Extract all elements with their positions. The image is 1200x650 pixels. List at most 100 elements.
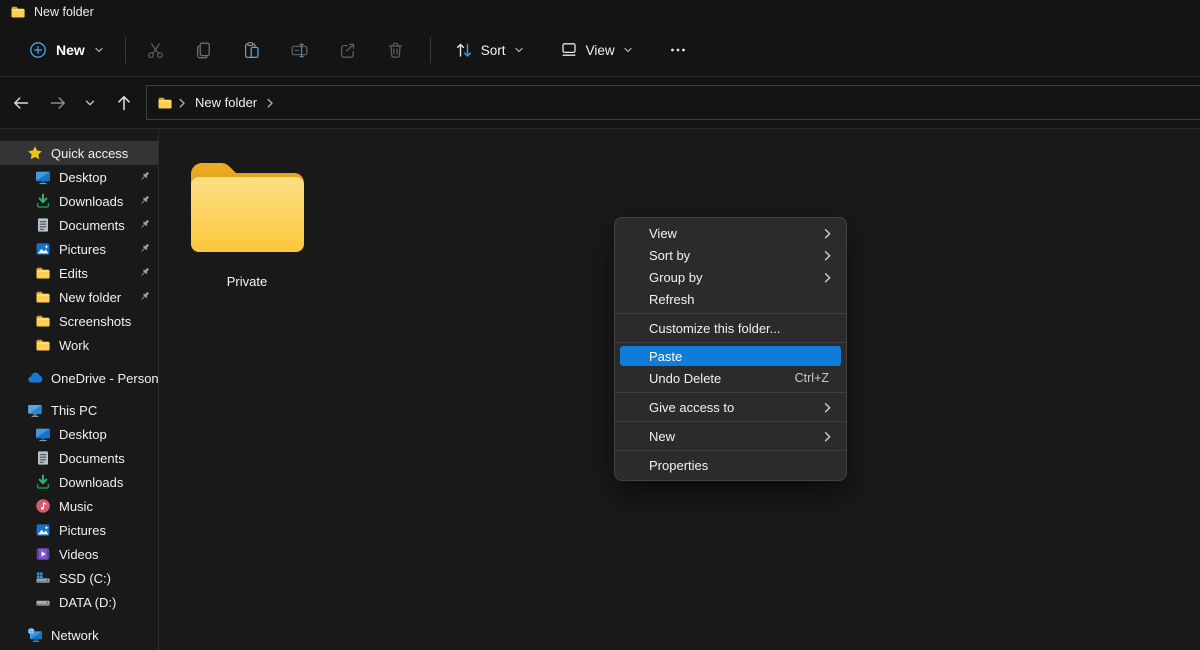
sidebar-item-desktop[interactable]: Desktop bbox=[0, 165, 158, 189]
menu-item-group-by[interactable]: Group by bbox=[615, 266, 846, 288]
chevron-right-icon bbox=[821, 401, 834, 414]
paste-button[interactable] bbox=[232, 32, 272, 68]
menu-item-give-access-to[interactable]: Give access to bbox=[615, 396, 846, 418]
file-item-private[interactable]: Private bbox=[180, 160, 314, 289]
sidebar-item-downloads[interactable]: Downloads bbox=[0, 189, 158, 213]
chevron-down-icon bbox=[83, 96, 97, 110]
folder-icon bbox=[189, 160, 306, 254]
chevron-down-icon bbox=[93, 44, 105, 56]
sidebar-item-pictures[interactable]: Pictures bbox=[0, 518, 158, 542]
sort-button[interactable]: Sort bbox=[443, 33, 536, 67]
sidebar-item-edits[interactable]: Edits bbox=[0, 261, 158, 285]
up-button[interactable] bbox=[109, 87, 139, 119]
delete-button[interactable] bbox=[376, 32, 416, 68]
plus-circle-icon bbox=[28, 40, 48, 60]
sidebar-item-documents[interactable]: Documents bbox=[0, 213, 158, 237]
sidebar: Quick accessDesktopDownloadsDocumentsPic… bbox=[0, 130, 159, 650]
arrow-up-icon bbox=[114, 93, 134, 113]
copy-button[interactable] bbox=[184, 32, 224, 68]
menu-separator bbox=[615, 392, 846, 393]
chevron-right-icon bbox=[821, 249, 834, 262]
folder-icon bbox=[35, 265, 51, 281]
view-button[interactable]: View bbox=[548, 33, 645, 67]
paste-icon bbox=[242, 41, 261, 60]
back-button[interactable] bbox=[6, 87, 36, 119]
menu-item-paste[interactable]: Paste bbox=[620, 346, 841, 366]
sidebar-item-documents[interactable]: Documents bbox=[0, 446, 158, 470]
recent-locations-button[interactable] bbox=[77, 87, 103, 119]
sidebar-item-music[interactable]: Music bbox=[0, 494, 158, 518]
breadcrumb-item[interactable]: New folder bbox=[195, 95, 257, 110]
menu-shortcut: Ctrl+Z bbox=[795, 371, 834, 385]
view-layout-icon bbox=[559, 40, 579, 60]
pictures-icon bbox=[35, 522, 51, 538]
rename-button[interactable] bbox=[280, 32, 320, 68]
ellipsis-icon bbox=[669, 41, 687, 59]
file-item-label: Private bbox=[227, 274, 267, 289]
sidebar-item-new-folder[interactable]: New folder bbox=[0, 285, 158, 309]
folder-icon bbox=[35, 289, 51, 305]
documents-icon bbox=[35, 217, 51, 233]
sidebar-item-network[interactable]: Network bbox=[0, 623, 158, 647]
star-icon bbox=[27, 145, 43, 161]
menu-item-customize-this-folder[interactable]: Customize this folder... bbox=[615, 317, 846, 339]
sidebar-item-downloads[interactable]: Downloads bbox=[0, 470, 158, 494]
navigation-bar: New folder bbox=[0, 76, 1200, 128]
window-folder-icon bbox=[10, 4, 26, 20]
toolbar-file-actions bbox=[128, 32, 416, 68]
sidebar-item-desktop[interactable]: Desktop bbox=[0, 422, 158, 446]
sidebar-item-videos[interactable]: Videos bbox=[0, 542, 158, 566]
window-chrome: New folder New Sort View bbox=[0, 0, 1200, 128]
window-title: New folder bbox=[34, 5, 94, 19]
sidebar-item-this-pc[interactable]: This PC bbox=[0, 398, 158, 422]
share-button[interactable] bbox=[328, 32, 368, 68]
copy-icon bbox=[194, 41, 213, 60]
menu-item-view[interactable]: View bbox=[615, 222, 846, 244]
sidebar-item-quick-access[interactable]: Quick access bbox=[0, 141, 158, 165]
new-button[interactable]: New bbox=[18, 34, 115, 66]
menu-item-new[interactable]: New bbox=[615, 425, 846, 447]
address-bar[interactable]: New folder bbox=[146, 85, 1200, 120]
see-more-button[interactable] bbox=[659, 33, 697, 67]
menu-item-properties[interactable]: Properties bbox=[615, 454, 846, 476]
arrow-right-icon bbox=[48, 93, 68, 113]
forward-button[interactable] bbox=[43, 87, 73, 119]
menu-separator bbox=[615, 421, 846, 422]
thispc-icon bbox=[27, 402, 43, 418]
music-icon bbox=[35, 498, 51, 514]
sidebar-item-data-d[interactable]: DATA (D:) bbox=[0, 590, 158, 614]
chevron-right-icon bbox=[176, 97, 188, 109]
chevron-right-icon bbox=[264, 97, 276, 109]
menu-separator bbox=[615, 342, 846, 343]
chevron-right-icon bbox=[821, 227, 834, 240]
pin-icon bbox=[138, 266, 151, 279]
toolbar-separator bbox=[125, 37, 126, 63]
folder-icon bbox=[35, 337, 51, 353]
sidebar-item-ssd-c[interactable]: SSD (C:) bbox=[0, 566, 158, 590]
breadcrumb-folder-icon bbox=[157, 95, 173, 111]
sidebar-item-screenshots[interactable]: Screenshots bbox=[0, 309, 158, 333]
menu-item-sort-by[interactable]: Sort by bbox=[615, 244, 846, 266]
folder-icon bbox=[35, 313, 51, 329]
cut-button[interactable] bbox=[136, 32, 176, 68]
sort-arrows-icon bbox=[454, 40, 474, 60]
title-bar: New folder bbox=[0, 0, 1200, 24]
menu-separator bbox=[615, 450, 846, 451]
context-menu: ViewSort byGroup byRefresh Customize this… bbox=[614, 217, 847, 481]
videos-icon bbox=[35, 546, 51, 562]
sidebar-item-work[interactable]: Work bbox=[0, 333, 158, 357]
pin-icon bbox=[138, 290, 151, 303]
menu-separator bbox=[615, 313, 846, 314]
delete-icon bbox=[386, 41, 405, 60]
onedrive-icon bbox=[27, 370, 43, 386]
menu-item-undo-delete[interactable]: Undo DeleteCtrl+Z bbox=[615, 367, 846, 389]
sidebar-item-pictures[interactable]: Pictures bbox=[0, 237, 158, 261]
chevron-down-icon bbox=[622, 44, 634, 56]
menu-item-refresh[interactable]: Refresh bbox=[615, 288, 846, 310]
main-area: Quick accessDesktopDownloadsDocumentsPic… bbox=[0, 128, 1200, 650]
rename-icon bbox=[290, 41, 309, 60]
pin-icon bbox=[138, 242, 151, 255]
sidebar-item-onedrive-personal[interactable]: OneDrive - Personal bbox=[0, 366, 158, 390]
desktop-icon bbox=[35, 426, 51, 442]
pin-icon bbox=[138, 218, 151, 231]
